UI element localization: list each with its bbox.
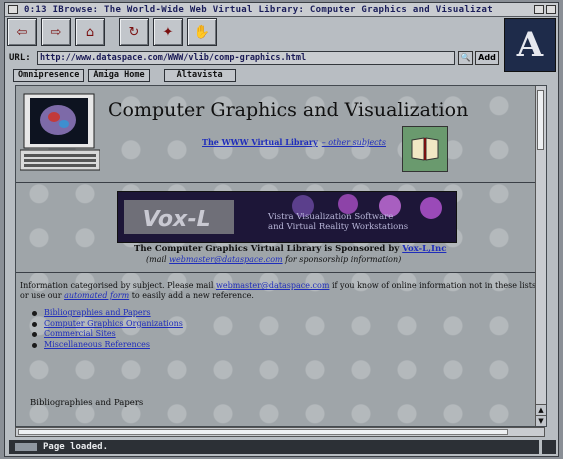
vox-l-banner[interactable]: Vox-L Vistra Visualization Software and V…	[117, 191, 457, 243]
banner-text: Vistra Visualization Software and Virtual…	[268, 212, 409, 232]
vlib-link[interactable]: The WWW Virtual Library – other subjects	[202, 137, 386, 147]
browser-window: 0:13 IBrowse: The World-Wide Web Virtual…	[4, 2, 559, 457]
vox-l-link[interactable]: Vox-L,Inc	[402, 244, 446, 254]
h-scroll-thumb[interactable]	[18, 429, 508, 435]
add-button[interactable]: Add	[475, 51, 499, 65]
toolbar: ⇦ ⇨ ⌂ ↻ ✦ ✋	[7, 18, 217, 46]
title-bar[interactable]: 0:13 IBrowse: The World-Wide Web Virtual…	[5, 3, 558, 17]
ibrowse-logo: A	[504, 18, 556, 72]
images-button[interactable]: ✦	[153, 18, 183, 46]
webmaster-mail-link[interactable]: webmaster@dataspace.com	[169, 255, 282, 264]
home-icon: ⌂	[85, 24, 95, 40]
scroll-down-arrow[interactable]: ▼	[536, 415, 546, 426]
logo-letter: A	[516, 25, 544, 65]
zoom-gadget[interactable]	[546, 5, 556, 14]
resize-gadget[interactable]	[542, 440, 556, 454]
list-item[interactable]: Bibliographies and Papers	[30, 308, 183, 319]
sponsor-text: The Computer Graphics Virtual Library is…	[134, 244, 447, 254]
page-title: Computer Graphics and Visualization	[108, 99, 469, 121]
computer-brain-image	[20, 93, 100, 171]
stop-button[interactable]: ✋	[187, 18, 217, 46]
status-text: Page loaded.	[43, 442, 109, 452]
book-icon[interactable]	[402, 126, 448, 172]
url-label: URL:	[9, 53, 31, 63]
forward-arrow-icon: ⇨	[50, 24, 62, 40]
horizontal-scrollbar[interactable]	[15, 427, 545, 437]
status-bar: Page loaded.	[9, 440, 539, 454]
info-mail-link[interactable]: webmaster@dataspace.com	[216, 281, 329, 290]
url-bar: URL: http://www.dataspace.com/WWW/vlib/c…	[9, 51, 499, 65]
divider	[16, 182, 536, 183]
search-icon[interactable]: 🔍	[458, 51, 473, 65]
reload-button[interactable]: ↻	[119, 18, 149, 46]
hotlist-amiga-home[interactable]: Amiga Home	[88, 69, 150, 82]
info-paragraph: Information categorised by subject. Plea…	[20, 281, 539, 300]
other-subjects-link[interactable]: – other subjects	[322, 138, 386, 147]
hotlist-bar: Omnipresence Amiga Home Altavista	[13, 69, 236, 82]
vertical-scrollbar[interactable]: ▲ ▼	[535, 86, 546, 426]
automated-form-link[interactable]: automated form	[64, 291, 129, 300]
back-arrow-icon: ⇦	[16, 24, 28, 40]
close-gadget[interactable]	[8, 5, 18, 14]
forward-button[interactable]: ⇨	[41, 18, 71, 46]
hotlist-omnipresence[interactable]: Omnipresence	[13, 69, 85, 82]
divider-2	[16, 272, 536, 273]
list-item[interactable]: Computer Graphics Organizations	[30, 319, 183, 330]
list-item[interactable]: Miscellaneous References	[30, 340, 183, 351]
svg-text:Vox-L: Vox-L	[140, 206, 214, 232]
back-button[interactable]: ⇦	[7, 18, 37, 46]
reload-icon: ↻	[128, 24, 140, 40]
scroll-up-arrow[interactable]: ▲	[536, 404, 546, 415]
sponsor-mail: (mail webmaster@dataspace.com for sponso…	[146, 255, 402, 264]
depth-gadget[interactable]	[534, 5, 544, 14]
progress-indicator	[15, 443, 37, 451]
section-heading: Bibliographies and Papers	[30, 398, 144, 408]
home-button[interactable]: ⌂	[75, 18, 105, 46]
window-title: 0:13 IBrowse: The World-Wide Web Virtual…	[24, 4, 493, 15]
page-content[interactable]: Computer Graphics and Visualization The …	[15, 85, 547, 427]
scroll-thumb[interactable]	[537, 90, 544, 150]
list-item[interactable]: Commercial Sites	[30, 329, 183, 340]
subject-list: Bibliographies and Papers Computer Graph…	[30, 308, 183, 350]
images-icon: ✦	[162, 24, 174, 40]
hotlist-altavista[interactable]: Altavista	[163, 69, 236, 82]
stop-icon: ✋	[193, 24, 211, 40]
url-input[interactable]: http://www.dataspace.com/WWW/vlib/comp-g…	[37, 51, 455, 65]
